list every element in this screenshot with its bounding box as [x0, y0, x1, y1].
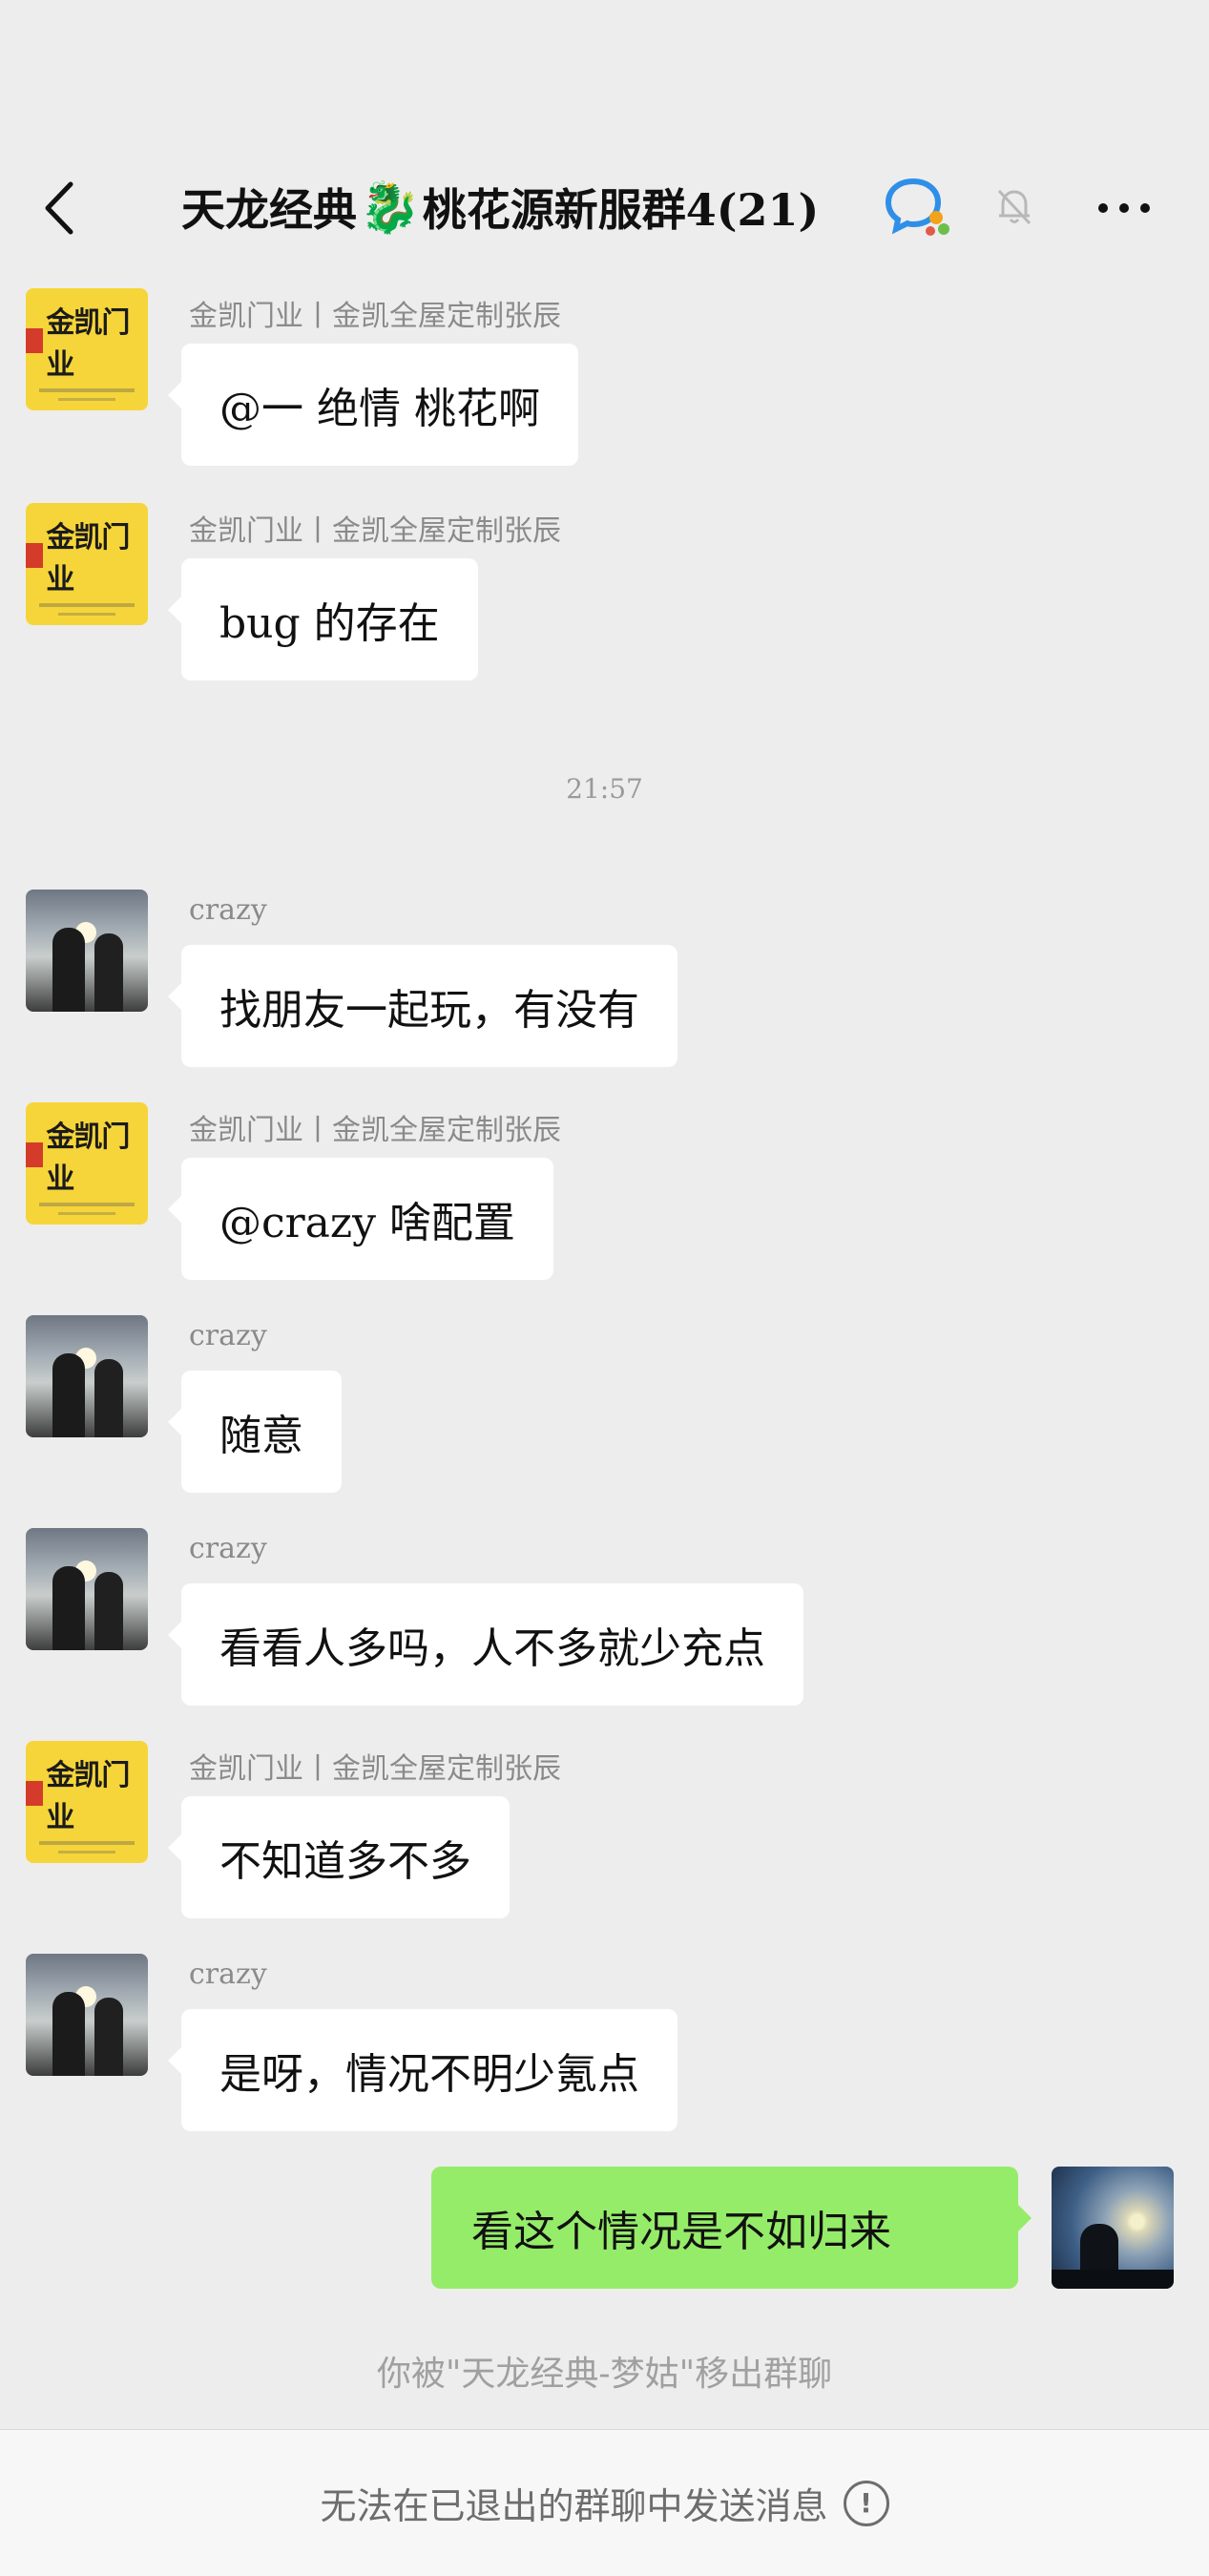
- sender-name: 金凯门业丨金凯全屋定制张辰: [189, 1114, 561, 1147]
- message-bubble[interactable]: 是呀，情况不明少氪点: [168, 2009, 677, 2131]
- sender-name: 金凯门业丨金凯全屋定制张辰: [189, 300, 561, 333]
- avatar[interactable]: [26, 890, 148, 1012]
- sender-name: crazy: [189, 1532, 267, 1565]
- sender-name: crazy: [189, 1958, 267, 1991]
- message-bubble[interactable]: 不知道多不多: [168, 1796, 510, 1918]
- message-bubble[interactable]: bug 的存在: [168, 558, 478, 681]
- timestamp: 21:57: [566, 773, 643, 805]
- message-bubble[interactable]: 看看人多吗，人不多就少充点: [168, 1583, 803, 1706]
- avatar[interactable]: [26, 1315, 148, 1437]
- chat-bubble-icon: [885, 178, 949, 236]
- avatar[interactable]: 金凯门业: [26, 503, 148, 625]
- message-list[interactable]: 金凯门业 金凯门业丨金凯全屋定制张辰 @一 绝情 桃花啊 金凯门业 金凯门业丨金…: [0, 277, 1209, 2424]
- avatar[interactable]: 金凯门业: [26, 1102, 148, 1225]
- sender-name: 金凯门业丨金凯全屋定制张辰: [189, 514, 561, 548]
- message-bubble[interactable]: @一 绝情 桃花啊: [168, 344, 578, 466]
- dragon-emoji: 🐉: [359, 178, 421, 237]
- alert-circle-icon[interactable]: !: [843, 2480, 889, 2526]
- sender-name: crazy: [189, 1319, 267, 1352]
- system-note: 你被"天龙经典-梦姑"移出群聊: [376, 2355, 833, 2394]
- title-text-part2: 桃花源新服群4(21): [422, 184, 820, 236]
- sender-name: crazy: [189, 893, 267, 927]
- chat-title[interactable]: 天龙经典 🐉 桃花源新服群4(21): [181, 174, 819, 241]
- sender-name: 金凯门业丨金凯全屋定制张辰: [189, 1752, 561, 1786]
- title-text-part1: 天龙经典: [181, 184, 357, 236]
- message-bubble[interactable]: 随意: [168, 1371, 342, 1493]
- brand-logo-text: 金凯门业: [26, 513, 148, 597]
- mute-bell-icon: [997, 189, 1032, 225]
- my-avatar[interactable]: [1052, 2167, 1174, 2289]
- chat-header: 天龙经典 🐉 桃花源新服群4(21): [0, 0, 1209, 277]
- brand-logo-text: 金凯门业: [26, 1113, 148, 1197]
- footer-bar: 无法在已退出的群聊中发送消息 !: [0, 2429, 1209, 2576]
- brand-logo-text: 金凯门业: [26, 299, 148, 383]
- more-button[interactable]: [1094, 187, 1155, 229]
- avatar[interactable]: [26, 1528, 148, 1650]
- avatar[interactable]: [26, 1954, 148, 2076]
- avatar[interactable]: 金凯门业: [26, 1741, 148, 1863]
- message-bubble[interactable]: 找朋友一起玩，有没有: [168, 945, 677, 1067]
- footer-text: 无法在已退出的群聊中发送消息: [320, 2485, 828, 2527]
- back-button[interactable]: [32, 179, 86, 237]
- my-message-bubble[interactable]: 看这个情况是不如归来: [431, 2167, 1032, 2289]
- message-bubble[interactable]: @crazy 啥配置: [168, 1158, 553, 1280]
- more-icon: [1098, 203, 1150, 213]
- brand-logo-text: 金凯门业: [26, 1751, 148, 1835]
- back-icon: [45, 181, 73, 235]
- avatar[interactable]: 金凯门业: [26, 288, 148, 410]
